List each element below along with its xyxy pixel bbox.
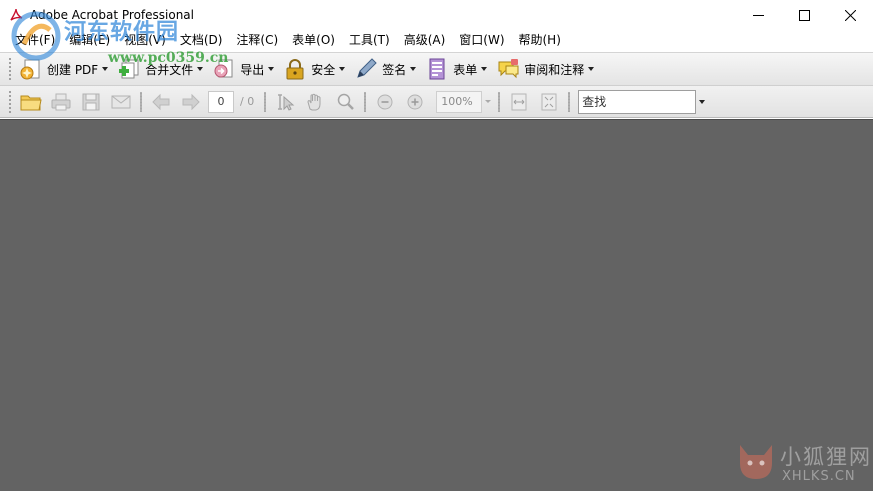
toolbar-separator <box>140 91 142 112</box>
combine-files-button[interactable]: 合并文件 <box>114 55 209 83</box>
hand-icon <box>307 93 321 110</box>
close-icon <box>844 9 856 21</box>
export-button[interactable]: 导出 <box>209 55 280 83</box>
toolbar-separator <box>364 91 367 112</box>
toolbar-separator <box>498 91 501 112</box>
email-icon <box>111 95 131 108</box>
fit-page-button[interactable] <box>534 89 564 115</box>
close-button[interactable] <box>827 0 873 30</box>
minimize-button[interactable] <box>735 0 781 30</box>
menu-window[interactable]: 窗口(W) <box>452 30 511 50</box>
save-button[interactable] <box>76 89 106 115</box>
zoom-in-icon <box>407 94 423 109</box>
comment-icon <box>498 59 519 79</box>
toolbar-separator <box>568 91 571 112</box>
select-tool-button[interactable] <box>270 89 300 115</box>
zoom-dropdown-button[interactable] <box>482 91 494 113</box>
combine-files-icon <box>119 59 139 79</box>
forms-button[interactable]: 表单 <box>422 55 493 83</box>
next-page-button[interactable] <box>176 89 206 115</box>
create-pdf-button[interactable]: 创建 PDF <box>16 55 114 83</box>
title-bar: Adobe Acrobat Professional <box>0 0 873 30</box>
chevron-down-icon <box>339 67 346 71</box>
sign-label: 签名 <box>382 62 407 77</box>
chevron-down-icon <box>481 67 488 71</box>
menu-file[interactable]: 文件(F) <box>8 30 62 50</box>
menu-comments[interactable]: 注释(C) <box>229 30 285 50</box>
fit-page-icon <box>541 93 557 110</box>
security-label: 安全 <box>311 62 336 77</box>
chevron-down-icon <box>485 100 492 103</box>
sign-button[interactable]: 签名 <box>351 55 422 83</box>
menu-advanced[interactable]: 高级(A) <box>397 30 453 50</box>
zoom-out-icon <box>377 94 393 109</box>
search-input[interactable]: 查找 <box>578 89 697 114</box>
zoom-level-field[interactable]: 100% <box>436 90 483 113</box>
review-comment-button[interactable]: 审阅和注释 <box>493 55 600 83</box>
menu-help[interactable]: 帮助(H) <box>512 30 568 50</box>
email-button[interactable] <box>106 89 136 115</box>
print-button[interactable] <box>46 89 76 115</box>
forms-label: 表单 <box>453 62 478 77</box>
create-pdf-label: 创建 PDF <box>47 62 99 77</box>
save-disk-icon <box>82 93 100 110</box>
document-area[interactable] <box>0 119 873 491</box>
window-title: Adobe Acrobat Professional <box>30 8 194 22</box>
previous-page-button[interactable] <box>146 89 176 115</box>
fit-width-button[interactable] <box>504 89 534 115</box>
fit-width-icon <box>511 93 527 110</box>
toolbar-grip[interactable] <box>8 57 12 81</box>
minimize-icon <box>752 14 764 16</box>
arrow-right-icon <box>182 93 200 110</box>
chevron-down-icon <box>699 99 706 104</box>
toolbar-grip[interactable] <box>8 89 12 114</box>
open-button[interactable] <box>16 89 46 115</box>
chevron-down-icon <box>102 67 109 71</box>
menu-document[interactable]: 文档(D) <box>173 30 230 50</box>
magnifier-icon <box>337 93 355 110</box>
menu-edit[interactable]: 编辑(E) <box>62 30 117 50</box>
pen-icon <box>357 58 377 78</box>
page-total: / 0 <box>240 95 255 108</box>
maximize-button[interactable] <box>781 0 827 30</box>
chevron-down-icon <box>410 67 417 71</box>
combine-files-label: 合并文件 <box>145 62 194 77</box>
toolbar-separator <box>264 91 267 112</box>
menu-view[interactable]: 视图(V) <box>117 30 173 50</box>
text-select-icon <box>278 93 295 111</box>
printer-icon <box>51 93 71 110</box>
task-toolbar: 创建 PDF 合并文件 导出 安全 签名 表单 审阅和注释 <box>0 52 873 86</box>
export-icon <box>214 59 233 78</box>
hand-tool-button[interactable] <box>300 89 330 115</box>
menu-tools[interactable]: 工具(T) <box>342 30 397 50</box>
open-folder-icon <box>20 95 42 110</box>
arrow-left-icon <box>152 93 170 110</box>
acrobat-logo-icon <box>10 8 23 21</box>
review-comment-label: 审阅和注释 <box>524 62 585 77</box>
zoom-in-button[interactable] <box>400 89 430 115</box>
standard-toolbar: 0 / 0 100% 查找 <box>0 86 873 118</box>
security-button[interactable]: 安全 <box>280 55 351 83</box>
create-pdf-icon <box>20 59 40 80</box>
lock-icon <box>286 59 304 80</box>
form-icon <box>429 58 445 80</box>
zoom-tool-button[interactable] <box>330 89 360 115</box>
chevron-down-icon <box>197 67 204 71</box>
menu-forms[interactable]: 表单(O) <box>285 30 342 50</box>
menu-bar: 文件(F) 编辑(E) 视图(V) 文档(D) 注释(C) 表单(O) 工具(T… <box>0 30 873 50</box>
zoom-out-button[interactable] <box>370 89 400 115</box>
chevron-down-icon <box>268 67 275 71</box>
chevron-down-icon <box>588 67 595 71</box>
search-dropdown-button[interactable] <box>696 90 708 114</box>
export-label: 导出 <box>240 62 265 77</box>
maximize-icon <box>798 9 810 21</box>
page-number-input[interactable]: 0 <box>208 90 234 113</box>
